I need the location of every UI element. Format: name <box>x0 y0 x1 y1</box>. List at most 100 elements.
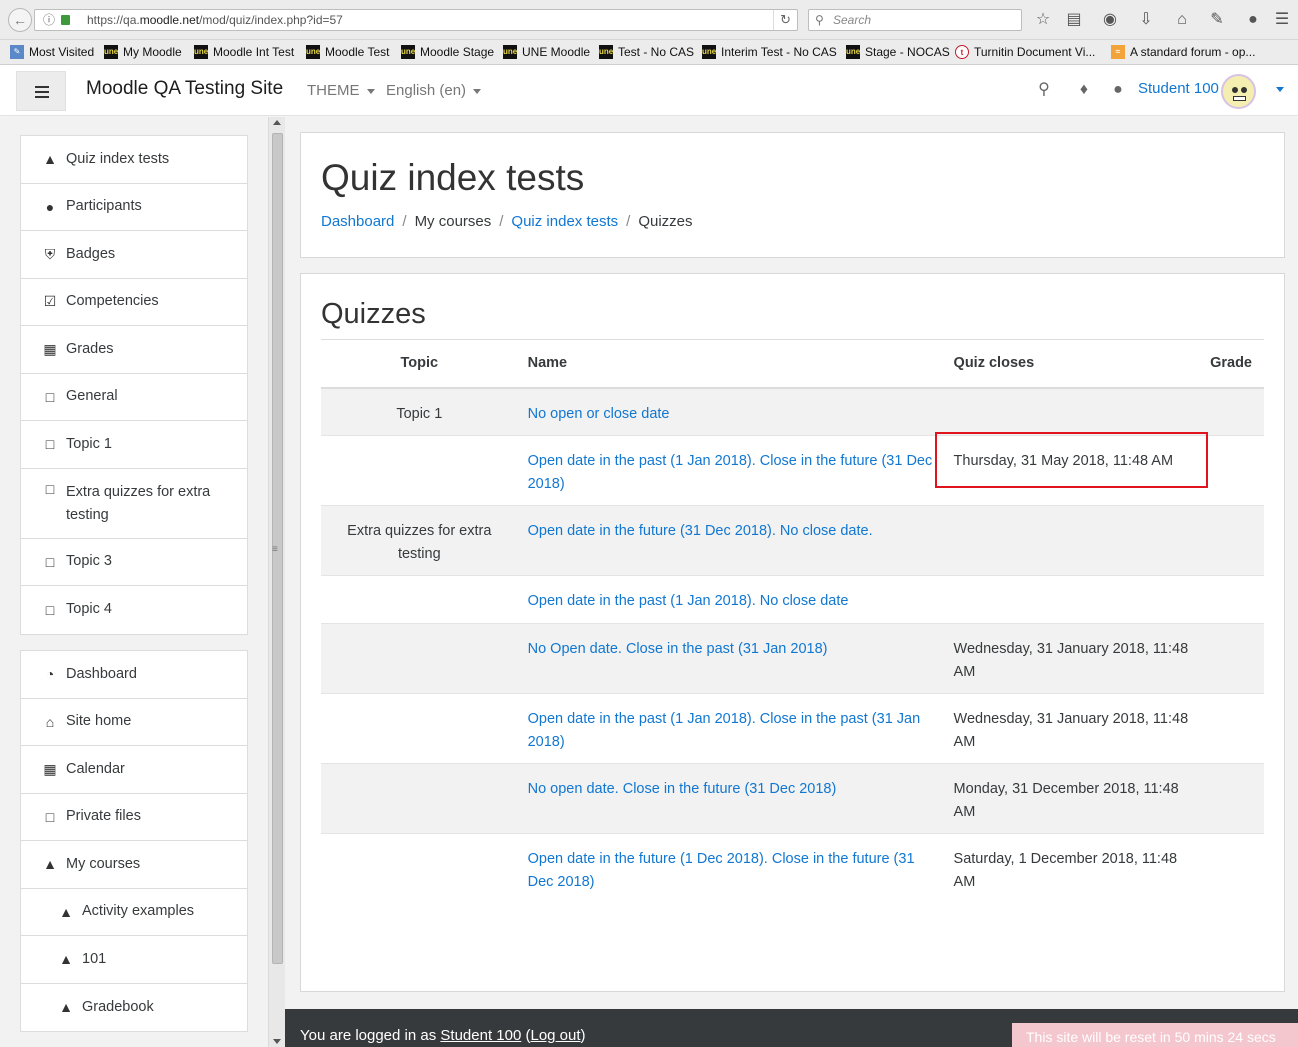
folder-icon: □ <box>45 553 55 570</box>
url-text: https://qa.moodle.net/mod/quiz/index.php… <box>87 13 343 27</box>
grade-cell <box>1210 763 1264 834</box>
closes-cell: Wednesday, 31 January 2018, 11:48 AM <box>953 623 1211 694</box>
sidebar-item-topic-4[interactable]: □ Topic 4 <box>21 586 247 634</box>
quiz-link[interactable]: No Open date. Close in the past (31 Jan … <box>528 641 828 657</box>
download-icon[interactable]: ⇩ <box>1136 10 1156 30</box>
sidebar-item-course[interactable]: ▲ Quiz index tests <box>21 136 247 184</box>
page-header-card: Quiz index tests Dashboard / My courses / Qu… <box>300 132 1285 258</box>
drawer-scrollbar[interactable] <box>268 117 285 1047</box>
une-icon: une <box>306 45 320 59</box>
breadcrumb-dashboard[interactable]: Dashboard <box>321 213 394 230</box>
bookmark-item[interactable]: une Interim Test - No CAS <box>702 40 837 64</box>
sidebar-item-site-home[interactable]: ⌂ Site home <box>21 699 247 746</box>
bookmark-item[interactable]: ≈ A standard forum - op... <box>1111 40 1255 64</box>
bookmark-item[interactable]: une Moodle Test <box>306 40 389 64</box>
reload-icon[interactable]: ↻ <box>773 10 791 30</box>
sidebar-item-101[interactable]: ▲ 101 <box>21 936 247 984</box>
folder-icon: □ <box>45 388 55 405</box>
footer-user-link[interactable]: Student 100 <box>440 1027 521 1044</box>
bookmark-item[interactable]: une Moodle Stage <box>401 40 494 64</box>
shield-icon: ⛨ <box>44 245 56 262</box>
column-header-grade: Grade <box>1210 339 1264 389</box>
sidebar-item-general[interactable]: □ General <box>21 374 247 421</box>
table-row: Open date in the future (1 Dec 2018). Cl… <box>321 833 1264 904</box>
lock-icon <box>61 15 70 25</box>
annotation-highlight-box <box>935 432 1208 488</box>
quiz-link[interactable]: Open date in the future (1 Dec 2018). Cl… <box>528 851 915 890</box>
sidebar-item-competencies[interactable]: ☑ Competencies <box>21 279 247 326</box>
menu-icon[interactable]: ☰ <box>1272 10 1292 30</box>
page-footer: You are logged in as Student 100 (Log ou… <box>285 1009 1298 1047</box>
back-arrow-icon[interactable]: ← <box>8 8 32 32</box>
bookmark-item[interactable]: une My Moodle <box>104 40 182 64</box>
resize-grip-icon[interactable]: ≡ <box>272 544 278 555</box>
bookmark-star-icon[interactable]: ☆ <box>1033 10 1053 30</box>
grade-cell <box>1210 575 1264 624</box>
dashboard-icon: ◔ <box>45 666 55 683</box>
screenshot-icon[interactable]: ✎ <box>1207 10 1227 30</box>
quizzes-card: Quizzes Topic Name Quiz closes Grade Top… <box>300 273 1285 992</box>
logout-link[interactable]: Log out <box>530 1027 580 1044</box>
bookmark-item[interactable]: une Moodle Int Test <box>194 40 294 64</box>
graduation-cap-icon: ▲ <box>43 856 57 873</box>
bookmark-item[interactable]: une UNE Moodle <box>503 40 590 64</box>
bookmark-item[interactable]: t Turnitin Document Vi... <box>955 40 1095 64</box>
avatar[interactable] <box>1221 74 1256 109</box>
info-icon[interactable]: ⓘ <box>43 10 55 30</box>
caret-down-icon[interactable] <box>1276 87 1284 92</box>
sidebar-item-dashboard[interactable]: ◔ Dashboard <box>21 651 247 699</box>
une-icon: une <box>599 45 613 59</box>
site-name[interactable]: Moodle QA Testing Site <box>86 78 283 100</box>
check-square-icon: ☑ <box>43 293 57 310</box>
scroll-down-arrow-icon[interactable] <box>273 1039 281 1044</box>
folder-icon: □ <box>45 601 55 618</box>
chat-bubble-icon[interactable]: ● <box>1108 80 1128 100</box>
drawer-toggle-button[interactable] <box>16 71 66 111</box>
topic-cell: Topic 1 <box>321 387 518 436</box>
table-row: Open date in the past (1 Jan 2018). Clos… <box>321 693 1264 764</box>
une-icon: une <box>194 45 208 59</box>
une-icon: une <box>401 45 415 59</box>
scroll-up-arrow-icon[interactable] <box>273 120 281 125</box>
bell-icon[interactable]: ♦ <box>1074 80 1094 100</box>
quiz-link[interactable]: No open date. Close in the future (31 De… <box>528 781 837 797</box>
sidebar-item-private-files[interactable]: □ Private files <box>21 794 247 841</box>
sidebar-item-my-courses[interactable]: ▲ My courses <box>21 841 247 889</box>
column-header-closes: Quiz closes <box>953 339 1211 389</box>
caret-down-icon <box>366 88 375 94</box>
users-icon: ● <box>45 198 55 215</box>
sidebar-item-activity-examples[interactable]: ▲ Activity examples <box>21 889 247 936</box>
sidebar-item-participants[interactable]: ● Participants <box>21 184 247 231</box>
user-menu-name[interactable]: Student 100 <box>1138 80 1219 97</box>
extension-icon[interactable]: ● <box>1243 10 1263 30</box>
sidebar-item-calendar[interactable]: ▦ Calendar <box>21 746 247 794</box>
closes-cell: Monday, 31 December 2018, 11:48 AM <box>953 763 1211 834</box>
breadcrumb-course[interactable]: Quiz index tests <box>511 213 618 230</box>
search-icon[interactable]: ⚲ <box>1034 80 1054 100</box>
topic-cell <box>321 763 518 834</box>
theme-menu[interactable]: THEME <box>307 82 375 99</box>
quiz-link[interactable]: Open date in the future (31 Dec 2018). N… <box>528 523 873 539</box>
sidebar-item-topic-1[interactable]: □ Topic 1 <box>21 421 247 469</box>
quiz-link[interactable]: Open date in the past (1 Jan 2018). Clos… <box>528 453 933 492</box>
sidebar-item-topic-3[interactable]: □ Topic 3 <box>21 539 247 586</box>
site-reset-notice: This site will be reset in 50 mins 24 se… <box>1012 1023 1298 1047</box>
sidebar-item-grades[interactable]: ▦ Grades <box>21 326 247 374</box>
closes-cell: Wednesday, 31 January 2018, 11:48 AM <box>953 693 1211 764</box>
home-icon[interactable]: ⌂ <box>1172 10 1192 30</box>
une-icon: une <box>104 45 118 59</box>
quiz-link[interactable]: Open date in the past (1 Jan 2018). No c… <box>528 593 849 609</box>
bookmark-item[interactable]: une Test - No CAS <box>599 40 694 64</box>
sidebar-item-badges[interactable]: ⛨ Badges <box>21 231 247 279</box>
sidebar-item-gradebook[interactable]: ▲ Gradebook <box>21 984 247 1032</box>
bookmark-item[interactable]: une Stage - NOCAS <box>846 40 950 64</box>
browser-search-input[interactable]: ⚲ Search <box>808 9 1022 31</box>
reading-list-icon[interactable]: ▤ <box>1064 10 1084 30</box>
language-menu[interactable]: English (en) <box>386 82 482 99</box>
address-bar[interactable]: ⓘ https://qa.moodle.net/mod/quiz/index.p… <box>34 9 798 31</box>
quiz-link[interactable]: Open date in the past (1 Jan 2018). Clos… <box>528 711 921 750</box>
sidebar-item-extra-quizzes[interactable]: □ Extra quizzes for extra testing <box>21 469 247 539</box>
pocket-icon[interactable]: ◉ <box>1100 10 1120 30</box>
quiz-link[interactable]: No open or close date <box>528 406 670 422</box>
bookmark-item[interactable]: ✎ Most Visited <box>10 40 94 64</box>
